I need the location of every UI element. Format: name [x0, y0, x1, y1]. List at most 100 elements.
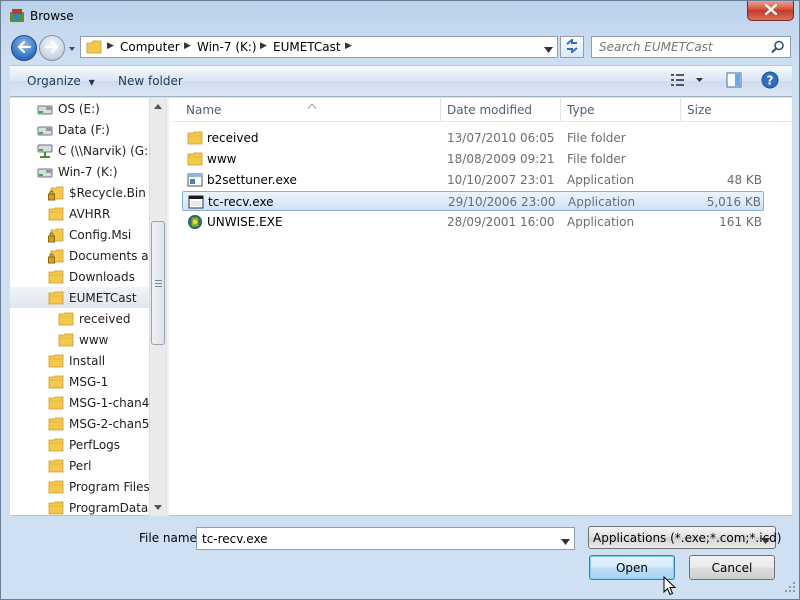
- file-name-input[interactable]: [197, 528, 552, 549]
- tree-item[interactable]: Perl: [10, 455, 150, 476]
- view-options-icon[interactable]: [670, 72, 706, 91]
- tree-item[interactable]: Config.Msi: [10, 224, 150, 245]
- chevron-right-icon[interactable]: ▶: [260, 41, 267, 51]
- tree-item-label: Program Files: [69, 479, 150, 494]
- folder-icon: [48, 374, 64, 390]
- tree-item[interactable]: MSG-1: [10, 371, 150, 392]
- scroll-up-icon[interactable]: [150, 98, 166, 115]
- forward-arrow-icon: [44, 40, 59, 56]
- preview-pane-icon[interactable]: [726, 72, 742, 91]
- breadcrumb-computer[interactable]: Computer: [120, 40, 180, 54]
- pane-splitter[interactable]: [166, 98, 169, 516]
- tree-item[interactable]: Program Files: [10, 476, 150, 497]
- drive-icon: [37, 101, 53, 117]
- tree-item[interactable]: MSG-2-chan56: [10, 413, 150, 434]
- search-box[interactable]: [591, 36, 791, 58]
- search-input[interactable]: [592, 37, 767, 57]
- file-type-select[interactable]: Applications (*.exe;*.com;*.icd): [588, 526, 781, 549]
- folder-icon: [48, 395, 64, 411]
- drive-icon: [37, 122, 53, 138]
- new-folder-button[interactable]: New folder: [118, 74, 183, 88]
- scroll-thumb[interactable]: [151, 221, 165, 345]
- tree-item-label: Config.Msi: [69, 227, 132, 242]
- chevron-down-icon: [761, 534, 770, 548]
- drive-icon: [37, 164, 53, 180]
- folder-icon: [187, 151, 203, 167]
- tree-item[interactable]: C (\\Narvik) (G:): [10, 140, 150, 161]
- file-row[interactable]: b2settuner.exe 10/10/2007 23:01 Applicatio…: [182, 170, 764, 190]
- organize-button[interactable]: Organize ▼: [27, 74, 95, 88]
- file-row[interactable]: UNWISE.EXE 28/09/2001 16:00 Application 161…: [182, 212, 764, 232]
- file-row[interactable]: www 18/08/2009 09:21 File folder: [182, 149, 764, 169]
- recent-pages-dropdown[interactable]: [67, 43, 77, 53]
- tree-item[interactable]: MSG-1-chan4: [10, 392, 150, 413]
- tree-item[interactable]: Downloads: [10, 266, 150, 287]
- sort-ascending-icon: [307, 98, 317, 112]
- title-bar[interactable]: Browse: [1, 1, 799, 31]
- file-size: 48 KB: [726, 173, 762, 187]
- refresh-button[interactable]: [560, 36, 584, 58]
- column-date-modified[interactable]: Date modified: [447, 103, 532, 117]
- command-toolbar: Organize ▼ New folder ?: [10, 65, 792, 97]
- search-icon[interactable]: [771, 40, 785, 57]
- tree-item[interactable]: Install: [10, 350, 150, 371]
- back-button[interactable]: [11, 35, 37, 61]
- file-size: 161 KB: [719, 215, 762, 229]
- content-area: OS (E:) Data (F:) C (\\Narvik) (G:) Win-7 (…: [10, 98, 792, 516]
- column-name[interactable]: Name: [186, 103, 221, 117]
- app-icon: [9, 7, 25, 23]
- resize-grip-icon[interactable]: [785, 582, 796, 596]
- address-bar[interactable]: ▶ Computer ▶ Win-7 (K:) ▶ EUMETCast ▶: [80, 36, 558, 58]
- forward-button[interactable]: [39, 35, 65, 61]
- refresh-icon: [564, 37, 580, 56]
- file-type-value: Applications (*.exe;*.com;*.icd): [593, 531, 782, 545]
- navigation-tree[interactable]: OS (E:) Data (F:) C (\\Narvik) (G:) Win-7 (…: [10, 98, 150, 516]
- folder-icon: [48, 479, 64, 495]
- breadcrumb-drive[interactable]: Win-7 (K:): [197, 40, 257, 54]
- tree-scrollbar[interactable]: [149, 98, 166, 516]
- breadcrumb-eumetcast[interactable]: EUMETCast: [273, 40, 341, 54]
- tree-item[interactable]: www: [10, 329, 150, 350]
- scroll-down-icon[interactable]: [150, 499, 166, 516]
- column-size[interactable]: Size: [687, 103, 712, 117]
- file-date-modified: 29/10/2006 23:00: [448, 195, 556, 209]
- chevron-right-icon[interactable]: ▶: [345, 41, 352, 51]
- browse-dialog: Browse ▶ Computer ▶ Win-7 (K:) ▶ EUMETCa…: [0, 0, 800, 600]
- tree-item-label: AVHRR: [69, 206, 111, 221]
- chevron-right-icon[interactable]: ▶: [107, 41, 114, 51]
- tree-item-label: EUMETCast: [69, 290, 137, 305]
- close-button[interactable]: [747, 1, 794, 21]
- file-name: www: [207, 152, 237, 166]
- file-type: Application: [567, 173, 635, 187]
- chevron-down-icon[interactable]: [561, 535, 570, 549]
- tree-item[interactable]: Win-7 (K:): [10, 161, 150, 182]
- tree-item[interactable]: ProgramData: [10, 497, 150, 516]
- tree-item[interactable]: Documents and: [10, 245, 150, 266]
- tree-item[interactable]: Data (F:): [10, 119, 150, 140]
- tree-item-label: received: [79, 311, 131, 326]
- file-type: Application: [568, 195, 636, 209]
- tree-item-label: C (\\Narvik) (G:): [58, 143, 150, 158]
- tree-item[interactable]: received: [10, 308, 150, 329]
- tree-item[interactable]: $Recycle.Bin: [10, 182, 150, 203]
- file-name-combobox[interactable]: [196, 527, 575, 550]
- tree-item[interactable]: EUMETCast: [10, 287, 150, 308]
- chevron-right-icon[interactable]: ▶: [184, 41, 191, 51]
- tree-item[interactable]: AVHRR: [10, 203, 150, 224]
- folder-icon: [48, 269, 64, 285]
- installer-icon: [187, 214, 203, 230]
- folder-icon: [58, 311, 74, 327]
- tree-item-label: MSG-1: [69, 374, 109, 389]
- tree-item-label: MSG-2-chan56: [69, 416, 150, 431]
- file-row[interactable]: tc-recv.exe 29/10/2006 23:00 Application 5,…: [182, 191, 764, 211]
- address-dropdown-icon[interactable]: [544, 43, 553, 57]
- tree-item[interactable]: PerfLogs: [10, 434, 150, 455]
- cancel-button[interactable]: Cancel: [689, 555, 775, 580]
- help-icon[interactable]: ?: [761, 71, 779, 92]
- close-icon: [764, 3, 777, 18]
- tree-item[interactable]: OS (E:): [10, 98, 150, 119]
- file-row[interactable]: received 13/07/2010 06:05 File folder: [182, 128, 764, 148]
- tree-item-label: ProgramData: [69, 500, 149, 515]
- file-size: 5,016 KB: [706, 195, 761, 209]
- column-type[interactable]: Type: [567, 103, 595, 117]
